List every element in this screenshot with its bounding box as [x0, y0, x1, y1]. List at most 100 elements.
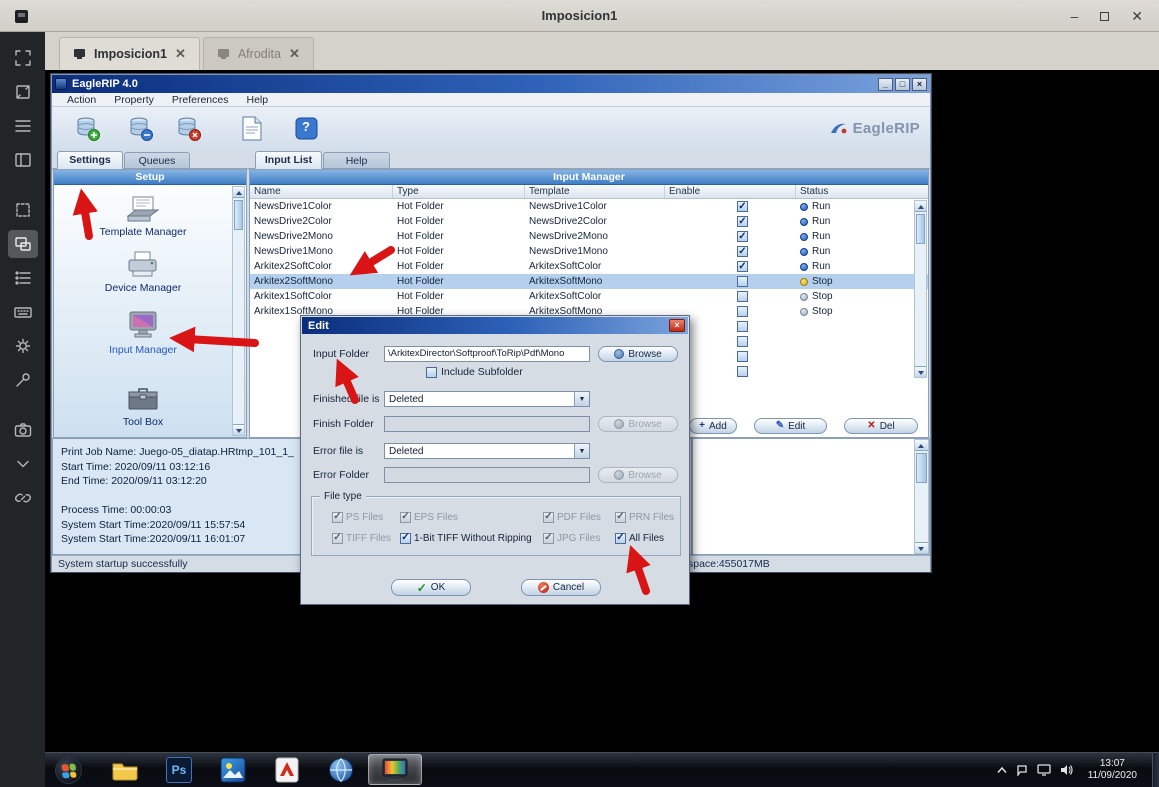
enable-checkbox[interactable]	[737, 366, 748, 377]
close-button[interactable]: ✕	[1131, 9, 1143, 23]
scroll-down-icon[interactable]	[915, 366, 926, 377]
setup-item-input-manager[interactable]: Input Manager	[54, 310, 232, 356]
tab-close-icon[interactable]: ✕	[175, 46, 186, 62]
pdf-reader-button[interactable]	[260, 754, 314, 786]
column-header-status[interactable]: Status	[796, 185, 928, 198]
screens-icon[interactable]	[8, 230, 38, 258]
table-row[interactable]: NewsDrive2MonoHot FolderNewsDrive2MonoRu…	[250, 229, 928, 244]
browse-input-folder-button[interactable]: Browse	[598, 346, 678, 362]
link-icon[interactable]	[8, 484, 38, 512]
scroll-thumb[interactable]	[234, 200, 243, 230]
scroll-up-icon[interactable]	[915, 201, 926, 212]
column-header-enable[interactable]: Enable	[665, 185, 796, 198]
menu-property[interactable]: Property	[105, 94, 163, 106]
enable-checkbox[interactable]	[737, 261, 748, 272]
filetype-prn-files[interactable]: PRN Files	[615, 511, 680, 523]
eaglerip-minimize-button[interactable]: _	[878, 78, 893, 91]
tab-queues[interactable]: Queues	[124, 152, 190, 169]
show-desktop-button[interactable]	[1152, 753, 1159, 787]
enable-checkbox[interactable]	[737, 246, 748, 257]
file-explorer-button[interactable]	[98, 754, 152, 786]
filetype-pdf-files[interactable]: PDF Files	[543, 511, 615, 523]
filetype-1-bit-tiff-without-ripping[interactable]: 1-Bit TIFF Without Ripping	[400, 532, 543, 544]
ok-button[interactable]: OK	[391, 579, 471, 596]
include-subfolder-checkbox[interactable]: Include Subfolder	[426, 366, 523, 378]
fullscreen-icon[interactable]	[8, 78, 38, 106]
menu-help[interactable]: Help	[238, 94, 278, 106]
hotfolder-start-icon[interactable]	[74, 115, 101, 142]
taskbar-clock[interactable]: 13:07 11/09/2020	[1088, 758, 1137, 782]
window-panel-icon[interactable]	[8, 146, 38, 174]
eaglerip-maximize-button[interactable]: □	[895, 78, 910, 91]
document-icon[interactable]	[240, 115, 267, 142]
tab-settings[interactable]: Settings	[57, 151, 123, 169]
filetype-all-files[interactable]: All Files	[615, 532, 680, 544]
settings-gear-icon[interactable]	[8, 332, 38, 360]
table-row[interactable]: NewsDrive1ColorHot FolderNewsDrive1Color…	[250, 199, 928, 214]
table-scrollbar[interactable]	[914, 200, 927, 378]
keyboard-icon[interactable]	[8, 298, 38, 326]
table-row[interactable]: Arkitex1SoftColorHot FolderArkitexSoftCo…	[250, 289, 928, 304]
menu-preferences[interactable]: Preferences	[163, 94, 238, 106]
start-button[interactable]	[55, 757, 82, 784]
eaglerip-close-button[interactable]: ×	[912, 78, 927, 91]
enable-checkbox[interactable]	[737, 201, 748, 212]
scroll-down-icon[interactable]	[915, 542, 928, 553]
enable-checkbox[interactable]	[737, 276, 748, 287]
edit-button[interactable]: Edit	[754, 418, 827, 434]
setup-item-template-manager[interactable]: Template Manager	[54, 194, 232, 238]
imaging-app-button[interactable]	[206, 754, 260, 786]
enable-checkbox[interactable]	[737, 336, 748, 347]
menu-icon[interactable]	[8, 112, 38, 140]
eaglerip-taskbar-button[interactable]	[368, 754, 422, 785]
table-row[interactable]: Arkitex2SoftColorHot FolderArkitexSoftCo…	[250, 259, 928, 274]
scroll-up-icon[interactable]	[233, 187, 244, 198]
log-scrollbar[interactable]	[914, 439, 929, 554]
tab-close-icon[interactable]: ✕	[289, 46, 300, 62]
action-center-icon[interactable]	[1016, 764, 1028, 776]
setup-item-device-manager[interactable]: Device Manager	[54, 250, 232, 294]
delete-button[interactable]: Del	[844, 418, 918, 434]
minimize-button[interactable]: –	[1070, 9, 1078, 23]
dialog-close-button[interactable]: ×	[669, 319, 685, 332]
chevron-down-icon[interactable]: ▼	[574, 444, 589, 458]
enable-checkbox[interactable]	[737, 321, 748, 332]
tab-afrodita[interactable]: Afrodita ✕	[203, 37, 314, 70]
photoshop-button[interactable]: Ps	[152, 754, 206, 786]
scroll-up-icon[interactable]	[915, 440, 928, 451]
column-header-template[interactable]: Template	[525, 185, 665, 198]
enable-checkbox[interactable]	[737, 291, 748, 302]
chevron-down-icon[interactable]	[8, 450, 38, 478]
scroll-down-icon[interactable]	[233, 424, 244, 435]
table-row[interactable]: NewsDrive2ColorHot FolderNewsDrive2Color…	[250, 214, 928, 229]
chevron-down-icon[interactable]: ▼	[574, 392, 589, 406]
capture-area-icon[interactable]	[8, 44, 38, 72]
tray-expand-icon[interactable]	[997, 766, 1007, 774]
setup-scrollbar[interactable]	[232, 186, 245, 436]
menu-action[interactable]: Action	[58, 94, 105, 106]
enable-checkbox[interactable]	[737, 216, 748, 227]
filetype-jpg-files[interactable]: JPG Files	[543, 532, 615, 544]
input-folder-field[interactable]: \ArkitexDirector\Softproof\ToRip\Pdf\Mon…	[384, 346, 590, 362]
display-icon[interactable]	[1037, 764, 1051, 776]
add-button[interactable]: Add	[689, 418, 737, 434]
list-icon[interactable]	[8, 264, 38, 292]
tab-imposicion1[interactable]: Imposicion1 ✕	[59, 37, 200, 70]
filetype-ps-files[interactable]: PS Files	[332, 511, 400, 523]
help-icon[interactable]	[293, 115, 320, 142]
tools-wrench-icon[interactable]	[8, 366, 38, 394]
finished-file-dropdown[interactable]: Deleted ▼	[384, 391, 590, 407]
enable-checkbox[interactable]	[737, 231, 748, 242]
hotfolder-manage-icon[interactable]	[127, 115, 154, 142]
hotfolder-delete-icon[interactable]	[175, 115, 202, 142]
enable-checkbox[interactable]	[737, 306, 748, 317]
filetype-eps-files[interactable]: EPS Files	[400, 511, 543, 523]
table-row[interactable]: Arkitex2SoftMonoHot FolderArkitexSoftMon…	[250, 274, 928, 289]
browser-button[interactable]	[314, 754, 368, 786]
selection-icon[interactable]	[8, 196, 38, 224]
volume-icon[interactable]	[1060, 764, 1073, 776]
scroll-thumb[interactable]	[916, 453, 927, 483]
camera-icon[interactable]	[8, 416, 38, 444]
column-header-name[interactable]: Name	[250, 185, 393, 198]
filetype-tiff-files[interactable]: TIFF Files	[332, 532, 400, 544]
